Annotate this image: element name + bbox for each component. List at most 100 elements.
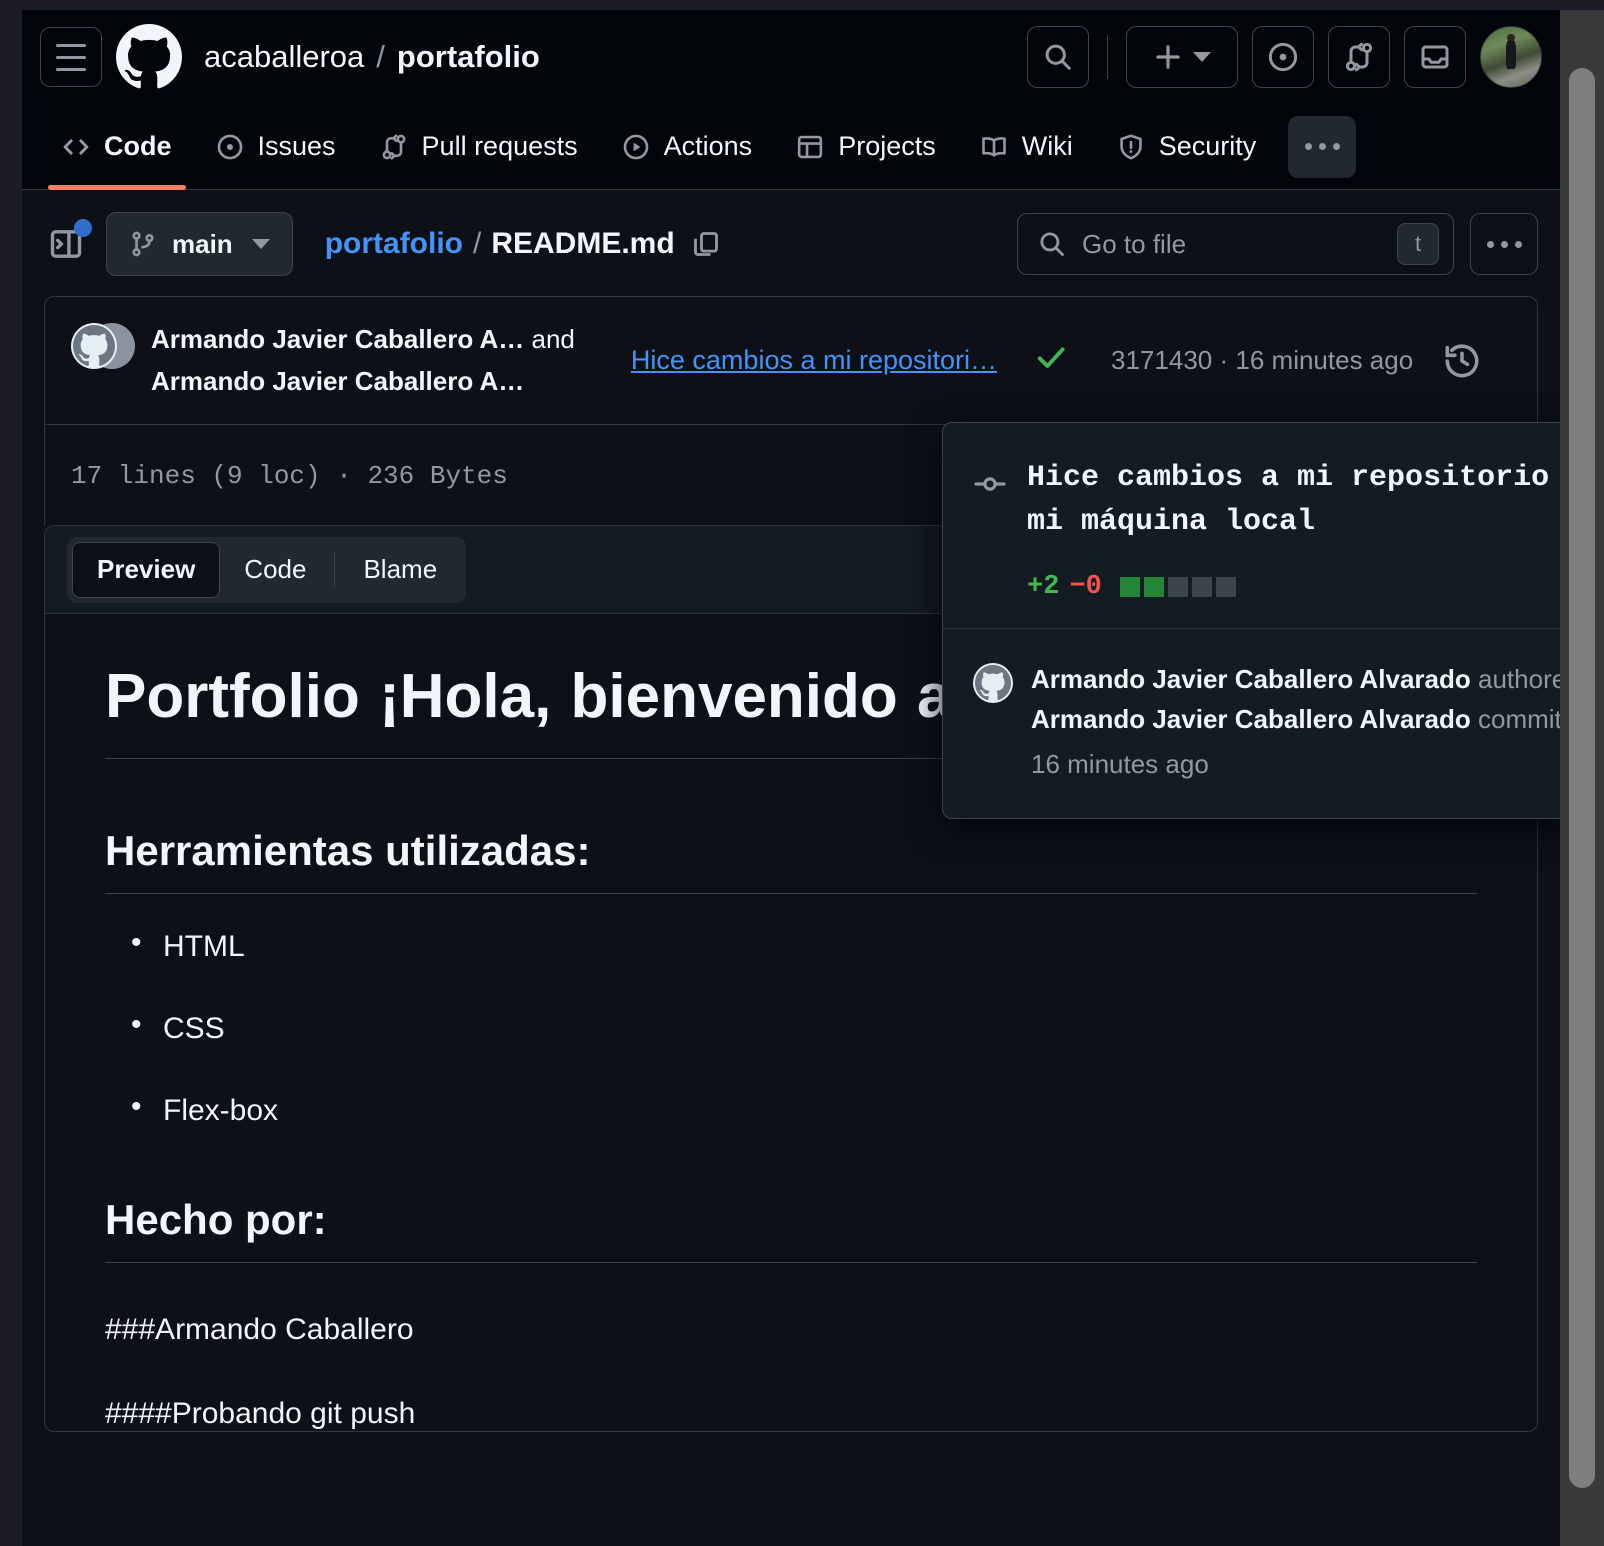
go-to-file-shortcut-key: t	[1397, 223, 1439, 265]
tab-security[interactable]: Security	[1095, 116, 1279, 178]
latest-commit-bar: Armando Javier Caballero A… and Armando …	[44, 296, 1538, 426]
pull-requests-button[interactable]	[1328, 26, 1390, 88]
author-avatars	[71, 323, 135, 369]
go-to-file-input[interactable]: Go to file t	[1017, 213, 1454, 275]
unread-indicator-dot	[74, 219, 92, 237]
breadcrumb-separator: /	[376, 39, 385, 74]
git-commit-icon	[973, 467, 1007, 602]
popover-text-block: Hice cambios a mi repositorio des mi máq…	[1027, 457, 1560, 602]
tab-code-label: Code	[104, 131, 172, 161]
tab-code[interactable]: Code	[220, 542, 330, 598]
git-branch-icon	[132, 231, 154, 257]
repo-breadcrumb: acaballeroa / portafolio	[204, 39, 540, 75]
file-path-breadcrumb: portafolio / README.md	[325, 227, 721, 261]
tab-projects[interactable]: Projects	[774, 116, 958, 178]
avatar-primary	[71, 323, 117, 369]
global-header: acaballeroa / portafolio Code Issues Pul…	[22, 10, 1560, 190]
popover-relative-time: 16 minutes ago	[1031, 748, 1209, 779]
commit-author-names: Armando Javier Caballero A… and Armando …	[151, 319, 575, 402]
tab-code[interactable]: Code	[40, 116, 194, 190]
tab-blame[interactable]: Blame	[339, 542, 461, 598]
list-item: CSS	[131, 1008, 1477, 1046]
tab-issues[interactable]: Issues	[194, 116, 358, 178]
tab-divider	[334, 552, 336, 587]
path-repo-link[interactable]: portafolio	[325, 227, 463, 261]
list-item: HTML	[131, 926, 1477, 964]
breadcrumb-repo[interactable]: portafolio	[397, 39, 540, 75]
popover-committer-name[interactable]: Armando Javier Caballero Alvarado	[1031, 704, 1471, 734]
chevron-down-icon	[1193, 52, 1211, 62]
browser-window: acaballeroa / portafolio Code Issues Pul…	[0, 0, 1604, 1546]
popover-commit-title-line-1: Hice cambios a mi repositorio des	[1027, 461, 1560, 495]
check-icon[interactable]	[1033, 339, 1069, 383]
tab-projects-label: Projects	[838, 131, 936, 161]
latest-commit-message-link[interactable]: Hice cambios a mi repositori…	[631, 345, 997, 376]
code-icon	[62, 133, 90, 161]
issues-button[interactable]	[1252, 26, 1314, 88]
tab-wiki[interactable]: Wiki	[958, 116, 1095, 178]
popover-author-verb: authored and	[1478, 664, 1560, 694]
popover-committer-verb: committed	[1478, 704, 1560, 735]
commit-details-popover: Hice cambios a mi repositorio des mi máq…	[942, 422, 1560, 819]
readme-paragraph-1: ###Armando Caballero	[105, 1312, 414, 1346]
tab-pull-requests[interactable]: Pull requests	[358, 116, 600, 178]
commit-relative-time: 16 minutes ago	[1235, 345, 1414, 376]
page-viewport: acaballeroa / portafolio Code Issues Pul…	[22, 10, 1560, 1546]
commit-author-1[interactable]: Armando Javier Caballero A…	[151, 324, 524, 354]
search-button[interactable]	[1027, 26, 1089, 88]
list-item: Flex-box	[131, 1090, 1477, 1128]
commit-meta-dot: ·	[1219, 345, 1229, 376]
search-icon	[1040, 232, 1064, 256]
tab-pull-requests-label: Pull requests	[421, 131, 578, 161]
expand-file-tree-icon[interactable]	[44, 219, 92, 266]
commit-sha-and-time: 3171430 · 16 minutes ago	[1111, 345, 1413, 376]
vertical-scrollbar-track[interactable]	[1560, 10, 1604, 1546]
tab-actions[interactable]: Actions	[600, 116, 775, 178]
create-new-button[interactable]	[1126, 26, 1238, 88]
shield-icon	[1117, 133, 1145, 161]
breadcrumb-owner[interactable]: acaballeroa	[204, 39, 364, 75]
user-avatar[interactable]	[1480, 26, 1542, 88]
popover-commit-title-line-2: mi máquina local	[1027, 504, 1316, 539]
book-icon	[980, 133, 1008, 161]
vertical-scrollbar-thumb[interactable]	[1569, 68, 1595, 1488]
file-navigation-bar: main portafolio / README.md Go to file t	[22, 190, 1560, 296]
popover-commit-summary: Hice cambios a mi repositorio des mi máq…	[943, 423, 1560, 628]
git-pull-request-icon	[380, 133, 408, 161]
branch-selector-button[interactable]: main	[106, 212, 293, 276]
github-logo-icon[interactable]	[116, 24, 182, 90]
tab-actions-label: Actions	[663, 131, 753, 161]
tab-security-label: Security	[1158, 131, 1257, 161]
go-to-file-placeholder: Go to file	[1082, 228, 1187, 259]
tab-preview[interactable]: Preview	[72, 541, 221, 598]
window-left-edge	[0, 0, 22, 1546]
path-separator: /	[473, 227, 482, 260]
diff-additions: +2	[1027, 572, 1060, 602]
popover-avatar	[973, 663, 1013, 703]
commit-history-icon[interactable]	[1443, 342, 1481, 380]
table-icon	[796, 133, 824, 161]
commit-author-2[interactable]: Armando Javier Caballero A…	[151, 366, 524, 396]
tab-wiki-label: Wiki	[1021, 131, 1073, 161]
inbox-button[interactable]	[1404, 26, 1466, 88]
diff-stat-squares	[1119, 577, 1236, 597]
hamburger-menu-icon[interactable]	[40, 27, 102, 87]
readme-tools-list: HTML CSS Flex-box	[105, 926, 1477, 1128]
readme-heading-author: Hecho por:	[105, 1196, 1477, 1263]
file-more-options-button[interactable]	[1470, 213, 1538, 275]
tab-issues-label: Issues	[257, 131, 336, 161]
copy-path-icon[interactable]	[691, 229, 721, 259]
branch-name-label: main	[172, 228, 233, 259]
diff-deletions: −0	[1069, 572, 1102, 602]
popover-author-name[interactable]: Armando Javier Caballero Alvarado	[1031, 664, 1471, 694]
global-header-row: acaballeroa / portafolio	[22, 10, 1560, 104]
play-icon	[622, 133, 650, 161]
readme-heading-tools: Herramientas utilizadas:	[105, 827, 1477, 894]
path-file-name: README.md	[491, 227, 675, 260]
global-header-actions	[1027, 26, 1542, 88]
popover-author-block: Armando Javier Caballero Alvarado author…	[943, 628, 1560, 818]
commit-sha[interactable]: 3171430	[1111, 345, 1212, 375]
repository-nav: Code Issues Pull requests Actions Projec…	[22, 104, 1560, 190]
repo-nav-more-button[interactable]	[1288, 115, 1357, 178]
header-divider	[1107, 35, 1108, 79]
